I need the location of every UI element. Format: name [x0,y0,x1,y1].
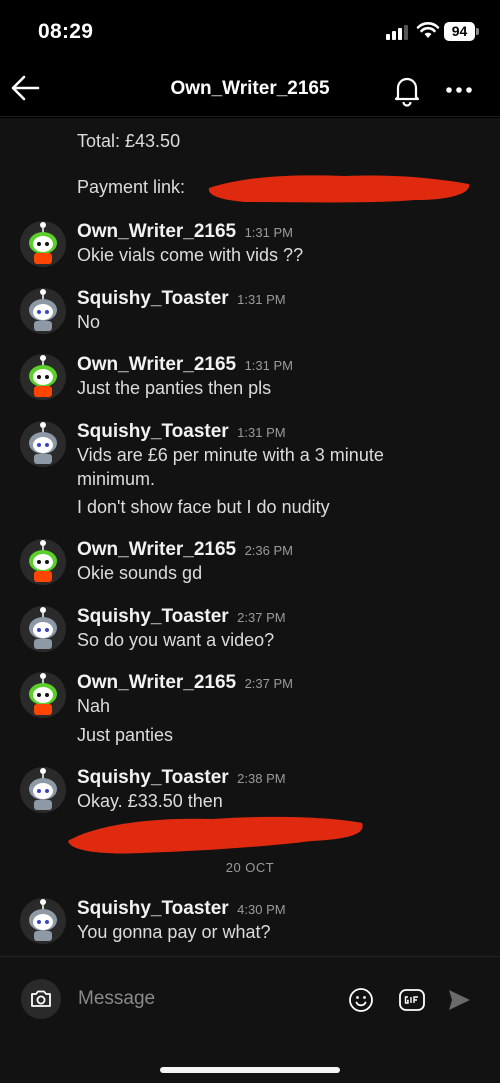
date-divider: 20 OCT [225,860,275,875]
chat-title[interactable]: Own_Writer_2165 [0,78,500,100]
message-text: minimum. [77,469,156,489]
username[interactable]: Own_Writer_2165 [77,672,236,693]
message-list[interactable]: Total: £43.50 Payment link: Own_Writer_2… [0,118,500,956]
message-text: Vids are £6 per minute with a 3 minute [77,445,384,465]
message-text: Okie sounds gd [77,563,203,583]
message-text: Nah [77,696,111,716]
battery-icon: 94 [444,22,475,41]
username[interactable]: Own_Writer_2165 [77,539,236,560]
timestamp: 2:38 PM [237,771,286,786]
avatar[interactable] [20,767,66,813]
message-text: No [77,312,101,332]
username[interactable]: Squishy_Toaster [77,898,229,919]
timestamp: 2:36 PM [244,543,293,558]
timestamp: 2:37 PM [244,676,293,691]
username[interactable]: Squishy_Toaster [77,288,229,309]
avatar[interactable] [20,288,66,334]
message-text: So do you want a video? [77,630,275,650]
avatar[interactable] [20,672,66,718]
message-text: Okay. £33.50 then [77,791,223,811]
avatar[interactable] [20,898,66,944]
timestamp: 1:31 PM [237,292,286,307]
username[interactable]: Squishy_Toaster [77,606,229,627]
avatar[interactable] [20,539,66,585]
timestamp: 2:37 PM [237,610,286,625]
emoji-icon[interactable] [348,987,374,1013]
timestamp: 4:30 PM [237,902,286,917]
more-dots-icon[interactable] [441,72,477,108]
username[interactable]: Squishy_Toaster [77,767,229,788]
bell-icon[interactable] [389,72,425,108]
avatar[interactable] [20,221,66,267]
camera-button[interactable] [21,979,61,1019]
wifi-icon [416,22,440,38]
home-indicator[interactable] [160,1067,340,1073]
message-text: Just panties [77,725,174,745]
chat-header: Own_Writer_2165 [0,62,500,117]
avatar[interactable] [20,421,66,467]
signal-icon [386,24,410,40]
gif-icon[interactable] [398,987,426,1013]
username[interactable]: Squishy_Toaster [77,421,229,442]
message-composer [0,956,500,1041]
status-time: 08:29 [38,20,94,43]
payment-link-label: Payment link: [77,177,186,197]
message-text: Just the panties then pls [77,378,272,398]
message-input[interactable] [78,985,328,1013]
timestamp: 1:31 PM [244,358,293,373]
order-total: Total: £43.50 [77,131,181,151]
redaction-mark [208,175,470,203]
battery-tip [476,28,479,35]
message-text: You gonna pay or what? [77,922,271,942]
avatar[interactable] [20,606,66,652]
message-text: I don't show face but I do nudity [77,497,330,517]
camera-icon [31,990,51,1007]
redaction-mark [68,816,363,854]
message-text: Okie vials come with vids ?? [77,245,304,265]
send-icon[interactable] [446,987,472,1013]
status-bar: 08:29 94 [0,0,500,62]
avatar[interactable] [20,354,66,400]
home-indicator-area [0,1041,500,1083]
timestamp: 1:31 PM [244,225,293,240]
username[interactable]: Own_Writer_2165 [77,221,236,242]
timestamp: 1:31 PM [237,425,286,440]
username[interactable]: Own_Writer_2165 [77,354,236,375]
